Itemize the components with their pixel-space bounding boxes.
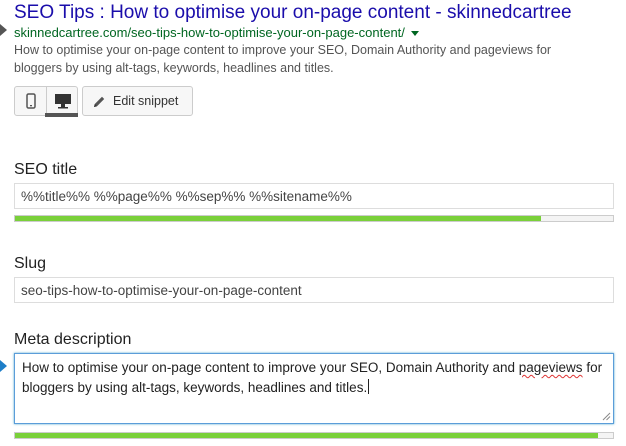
meta-description-text-1: How to optimise your on-page content to … [22,360,519,375]
seo-title-progress [14,215,614,222]
snippet-title[interactable]: SEO Tips : How to optimise your on-page … [14,2,572,24]
meta-description-textarea[interactable]: How to optimise your on-page content to … [14,353,614,424]
seo-title-input[interactable]: %%title%% %%page%% %%sep%% %%sitename%% [14,183,614,209]
seo-title-progress-fill [15,216,542,221]
snippet-url-text: skinnedcartree.com/seo-tips-how-to-optim… [14,25,405,40]
seo-title-label: SEO title [14,161,78,178]
edit-snippet-label: Edit snippet [113,94,179,108]
meta-description-progress [14,432,614,439]
text-cursor [368,379,370,394]
spellcheck-word: pageviews [518,360,583,375]
focus-marker-icon [0,360,7,372]
snippet-marker-icon [0,24,7,36]
mobile-phone-icon [25,93,36,109]
desktop-preview-button[interactable] [46,87,78,115]
snippet-description: How to optimise your on-page content to … [14,43,552,75]
url-dropdown-icon [410,31,419,37]
meta-description-progress-fill [15,433,599,438]
pencil-icon [94,96,105,107]
preview-mode-toggle [14,86,78,116]
edit-snippet-button[interactable]: Edit snippet [82,86,193,116]
resize-handle-icon[interactable] [602,412,611,421]
slug-input[interactable]: seo-tips-how-to-optimise-your-on-page-co… [14,277,614,303]
slug-label: Slug [14,255,47,272]
mobile-preview-button[interactable] [15,87,46,115]
active-mode-indicator [45,113,78,117]
desktop-monitor-icon [54,94,71,109]
meta-description-label: Meta description [14,331,132,348]
snippet-url[interactable]: skinnedcartree.com/seo-tips-how-to-optim… [14,25,419,40]
